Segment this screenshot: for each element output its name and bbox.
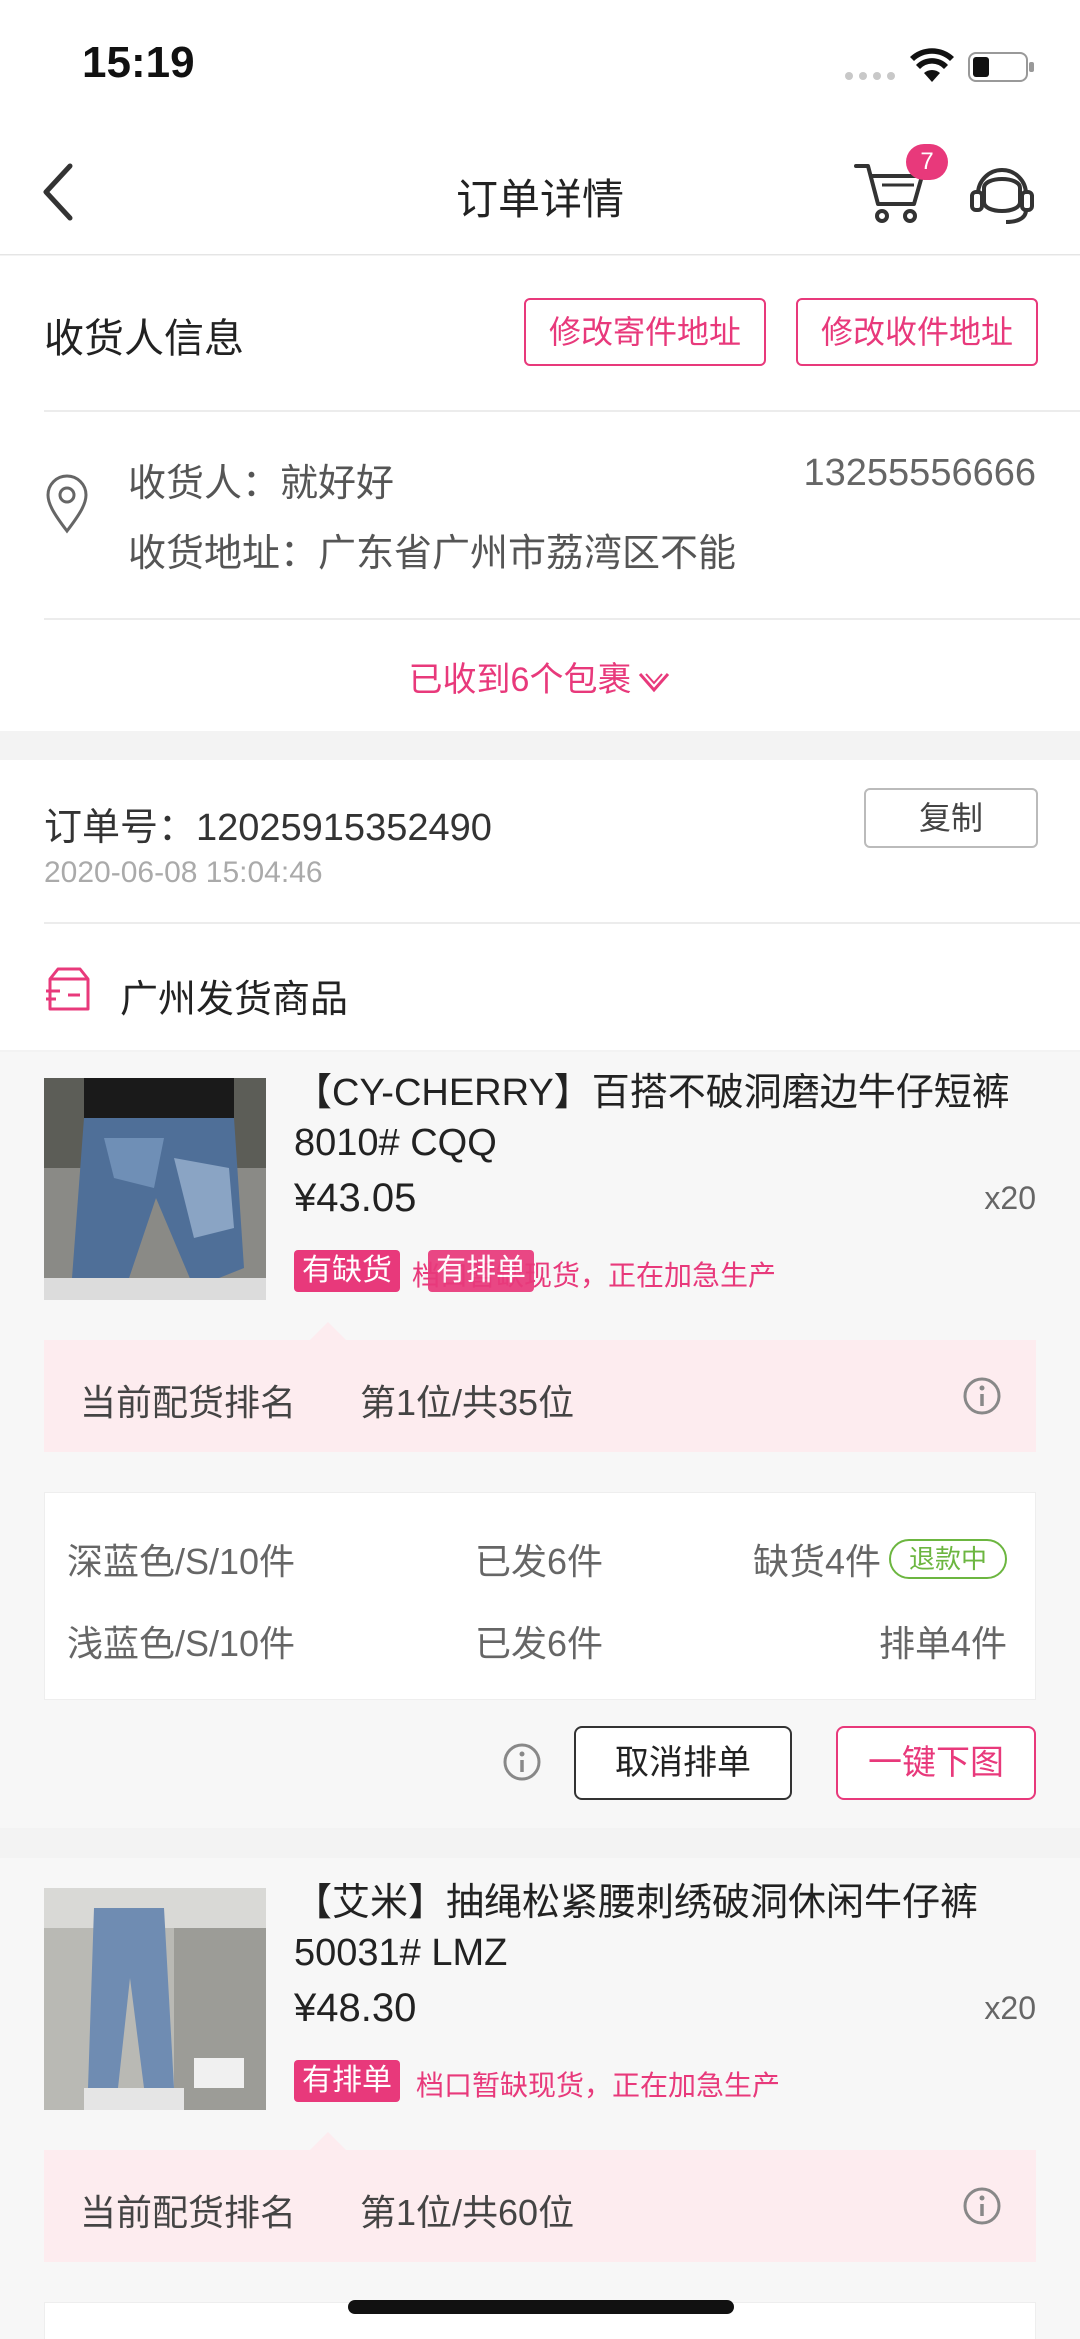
copy-button[interactable]: 复制	[864, 788, 1038, 848]
status-bar: 15:19	[0, 0, 1080, 130]
stock-note: 档口暂缺现货，正在加急生产	[416, 2070, 781, 2101]
rank-value: 第1位/共60位	[360, 2192, 575, 2233]
product-item: 【艾米】抽绳松紧腰刺绣破洞休闲牛仔裤 50031# LMZ ¥48.30 x20…	[0, 1858, 1080, 2339]
receiver-section-title: 收货人信息	[44, 317, 244, 361]
sku-row: 浅蓝色/S/10件 已发6件 排单4件	[45, 1609, 1035, 1669]
sku-spec: 浅蓝色/S/10件	[67, 1623, 296, 1664]
sku-shipped: 已发6件	[475, 1541, 604, 1582]
rank-pointer	[310, 2132, 346, 2150]
edit-sender-address-button[interactable]: 修改寄件地址	[524, 298, 766, 366]
product-quantity: x20	[984, 1180, 1036, 1216]
customer-service-icon[interactable]	[964, 156, 1040, 232]
info-icon[interactable]	[962, 2186, 1002, 2226]
sku-table: 深蓝色/S/10件 已发6件 缺货4件 退款中 浅蓝色/S/10件 已发6件 排…	[44, 1492, 1036, 1700]
product-title[interactable]: 【艾米】抽绳松紧腰刺绣破洞休闲牛仔裤 50031# LMZ	[294, 1878, 1040, 1978]
order-card: 订单号：12025915352490 2020-06-08 15:04:46 复…	[0, 760, 1080, 1050]
queued-tag: 有排单	[428, 1250, 534, 1292]
divider	[44, 618, 1080, 620]
status-time: 15:19	[82, 38, 195, 87]
product-price: ¥43.05	[294, 1176, 417, 1220]
divider	[44, 410, 1080, 412]
cart-badge: 7	[906, 144, 948, 180]
rank-pointer	[310, 1322, 346, 1340]
out-of-stock-tag: 有缺货	[294, 1250, 400, 1292]
wifi-icon	[910, 48, 954, 82]
sku-row: 深蓝色/S/10件 已发6件 缺货4件 退款中	[45, 1527, 1035, 1587]
refund-status-badge[interactable]: 退款中	[888, 1539, 1007, 1579]
product-tags: 有排单	[294, 2060, 400, 2104]
divider	[44, 922, 1080, 924]
receiver-card: 收货人信息 修改寄件地址 修改收件地址 收货人：就好好 13255556666 …	[0, 256, 1080, 731]
receiver-phone: 13255556666	[803, 452, 1036, 494]
info-icon[interactable]	[502, 1742, 542, 1782]
product-item: 【CY-CHERRY】百搭不破洞磨边牛仔短裤 8010# CQQ ¥43.05 …	[0, 1052, 1080, 1828]
product-quantity: x20	[984, 1990, 1036, 2026]
product-image[interactable]	[44, 1888, 266, 2110]
rank-label: 当前配货排名	[80, 1382, 297, 1423]
download-images-button[interactable]: 一键下图	[836, 1726, 1036, 1800]
sku-spec: 深蓝色/S/10件	[67, 1541, 296, 1582]
nav-bar: 订单详情 7	[0, 130, 1080, 255]
cancel-queue-button[interactable]: 取消排单	[574, 1726, 792, 1800]
order-number: 订单号：12025915352490	[44, 807, 492, 849]
edit-receiver-address-button[interactable]: 修改收件地址	[796, 298, 1038, 366]
product-tags: 有缺货	[294, 1250, 400, 1294]
order-time: 2020-06-08 15:04:46	[44, 856, 323, 889]
info-icon[interactable]	[962, 1376, 1002, 1416]
battery-icon	[968, 52, 1034, 82]
product-price: ¥48.30	[294, 1986, 417, 2030]
allocation-rank-bar: 当前配货排名 第1位/共60位	[44, 2150, 1036, 2262]
queued-tag: 有排单	[294, 2060, 400, 2102]
sku-status: 缺货4件 退款中	[753, 1533, 1007, 1585]
rank-label: 当前配货排名	[80, 2192, 297, 2233]
allocation-rank-bar: 当前配货排名 第1位/共35位	[44, 1340, 1036, 1452]
sku-status: 排单4件	[879, 1615, 1007, 1667]
home-indicator	[348, 2300, 734, 2314]
chevron-down-icon	[639, 673, 670, 693]
signal-icon	[845, 72, 895, 80]
sku-status-text: 缺货4件	[752, 1541, 881, 1582]
location-pin-icon	[46, 474, 88, 534]
product-title[interactable]: 【CY-CHERRY】百搭不破洞磨边牛仔短裤 8010# CQQ	[294, 1068, 1040, 1168]
parcels-text: 已收到6个包裹	[408, 661, 632, 699]
receiver-address: 收货地址：广东省广州市荔湾区不能	[128, 533, 737, 575]
rank-value: 第1位/共35位	[360, 1382, 575, 1423]
parcels-toggle[interactable]: 已收到6个包裹	[0, 652, 1080, 701]
sku-shipped: 已发6件	[475, 1623, 604, 1664]
shipping-box-icon	[46, 967, 90, 1011]
receiver-name: 收货人：就好好	[128, 463, 395, 505]
product-image[interactable]	[44, 1078, 266, 1300]
sku-status-text: 排单4件	[878, 1623, 1007, 1664]
shipping-group-title: 广州发货商品	[120, 979, 349, 1021]
